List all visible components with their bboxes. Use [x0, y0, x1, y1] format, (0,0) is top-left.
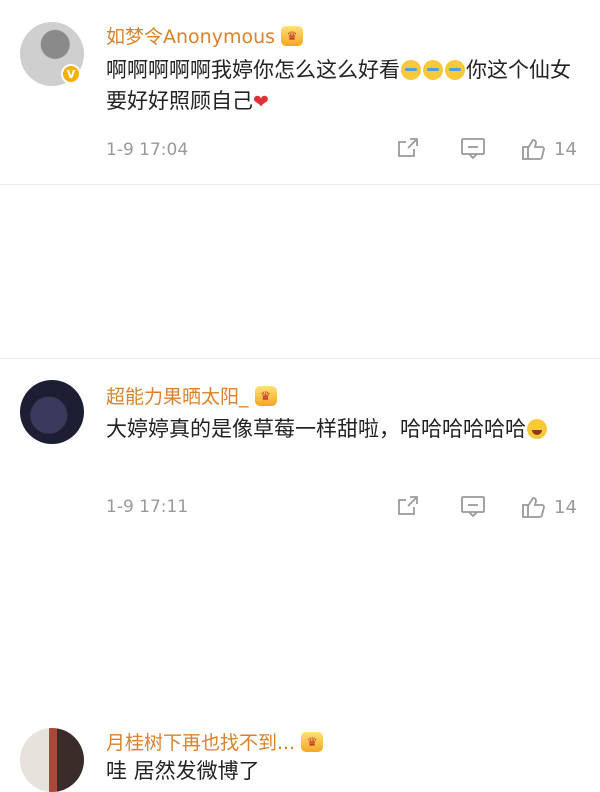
share-icon [398, 496, 418, 515]
reply-button[interactable] [460, 494, 486, 518]
comment-username[interactable]: 月桂树下再也找不到... ♛ [106, 728, 324, 755]
crying-emoji-icon [423, 60, 443, 80]
comment-username[interactable]: 如梦令Anonymous ♛ [106, 22, 304, 49]
share-button[interactable] [396, 494, 420, 518]
thumbs-up-icon [522, 139, 545, 160]
crown-icon: ♛ [281, 25, 304, 46]
like-button[interactable]: 14 [520, 494, 577, 520]
crying-emoji-icon [445, 60, 465, 80]
username-label[interactable]: 如梦令Anonymous [106, 22, 275, 49]
avatar[interactable] [20, 728, 84, 792]
share-button[interactable] [396, 136, 420, 160]
crying-emoji-icon [401, 60, 421, 80]
crown-icon: ♛ [301, 731, 324, 752]
comment-text: 哇 居然发微博了 [106, 756, 586, 787]
like-count: 14 [554, 496, 577, 518]
comment-icon [461, 496, 485, 518]
reply-button[interactable] [460, 136, 486, 160]
comment-icon [461, 138, 485, 160]
comment-text-part: 哇 居然发微博了 [106, 759, 260, 783]
comment-item: 超能力果晒太阳_ ♛ 大婷婷真的是像草莓一样甜啦，哈哈哈哈哈哈 1-9 17:1… [0, 184, 600, 518]
like-count: 14 [554, 138, 577, 160]
comment-item: V 如梦令Anonymous ♛ 啊啊啊啊啊我婷你怎么这么好看 你这个仙女要好好照… [0, 0, 600, 184]
verified-badge: V [61, 64, 81, 84]
comment-text-part: 啊啊啊啊啊我婷你怎么这么好看 [106, 58, 400, 82]
like-button[interactable]: 14 [520, 136, 577, 162]
heart-icon: ❤ [253, 91, 269, 113]
share-icon [398, 138, 418, 157]
comment-item: 月桂树下再也找不到... ♛ 哇 居然发微博了 [0, 358, 600, 792]
comment-timestamp: 1-9 17:11 [106, 497, 189, 517]
comment-timestamp: 1-9 17:04 [106, 140, 189, 160]
comment-text: 啊啊啊啊啊我婷你怎么这么好看 你这个仙女要好好照顾自己❤ [106, 55, 586, 118]
username-label[interactable]: 月桂树下再也找不到... [106, 728, 295, 755]
thumbs-up-icon [522, 497, 545, 518]
